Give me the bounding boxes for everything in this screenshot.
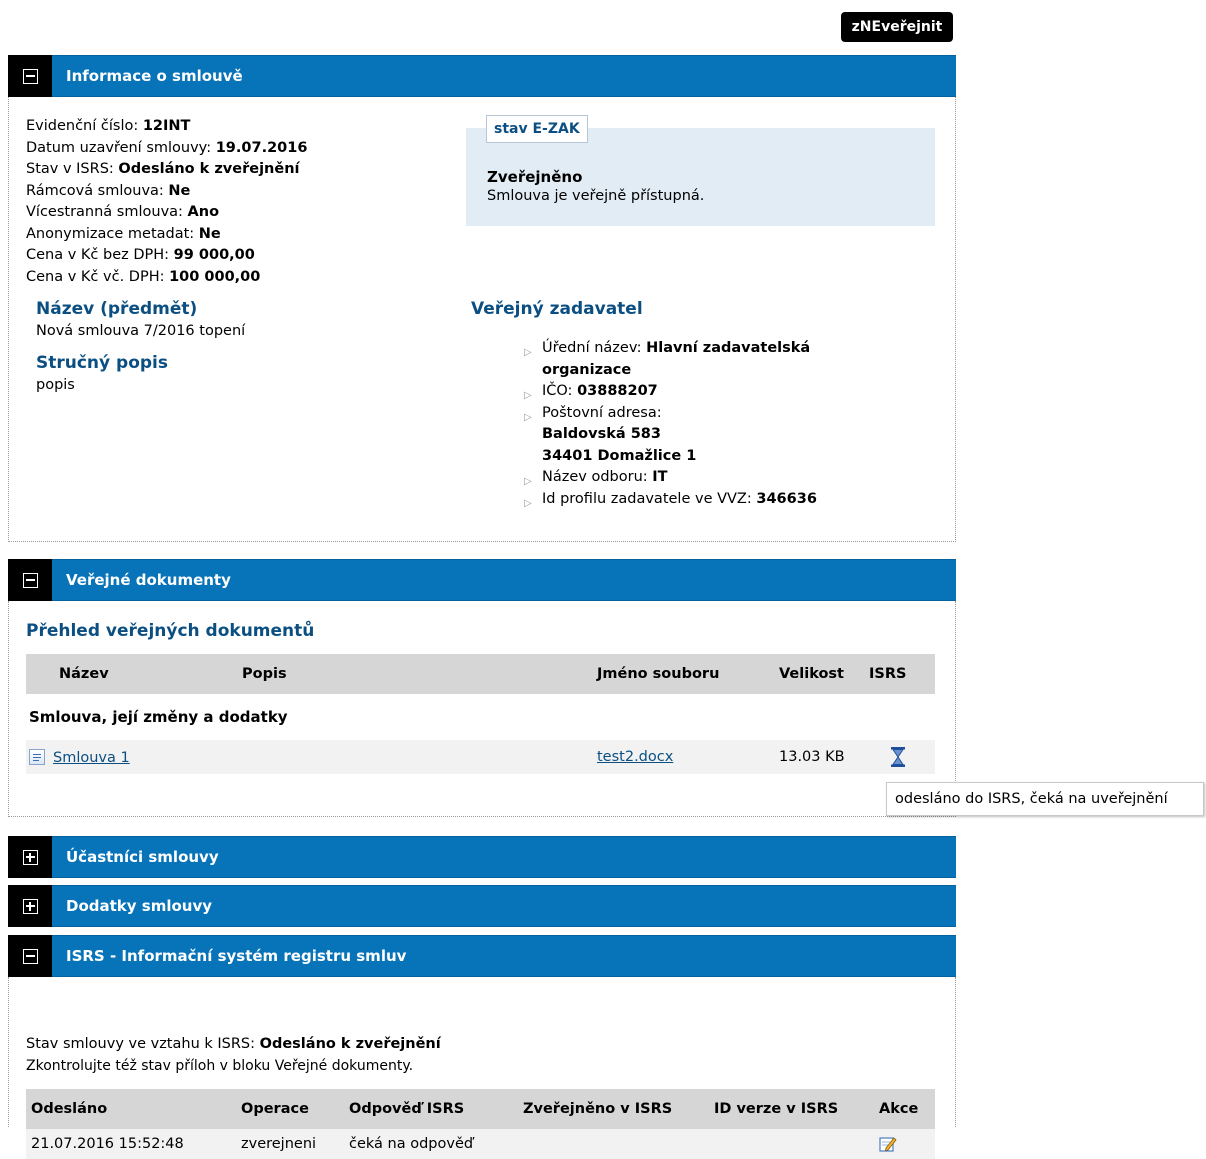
contract-info-body: Evidenční číslo: 12INT Datum uzavření sm… [8, 97, 956, 542]
contract-info-panel: Informace o smlouvě Evidenční číslo: 12I… [8, 55, 956, 542]
isrs-panel: ISRS - Informační systém registru smluv … [8, 935, 956, 1159]
contract-info-header: Informace o smlouvě [8, 55, 956, 97]
field-multilateral: Vícestranná smlouva: Ano [26, 204, 220, 220]
plus-icon [22, 898, 38, 914]
name-value: Nová smlouva 7/2016 topení [36, 323, 246, 339]
group-row: Smlouva, její změny a dodatky [26, 694, 935, 740]
panel-title: Účastníci smlouvy [66, 848, 219, 866]
panel-title: Informace o smlouvě [66, 67, 243, 85]
minus-icon [22, 572, 38, 588]
public-documents-header: Veřejné dokumenty [8, 559, 956, 601]
plus-icon [22, 849, 38, 865]
doc-file-cell: test2.docx [591, 740, 773, 774]
contract-fields: Evidenční číslo: 12INT Datum uzavření sm… [26, 116, 307, 288]
field-isrs-state: Stav v ISRS: Odesláno k zveřejnění [26, 161, 300, 177]
file-link[interactable]: test2.docx [597, 749, 673, 765]
isrs-body: Stav smlouvy ve vztahu k ISRS: Odesláno … [8, 977, 956, 1159]
header-spacer [26, 654, 56, 694]
participants-header[interactable]: Účastníci smlouvy [8, 836, 956, 878]
field-price-gross: Cena v Kč vč. DPH: 100 000,00 [26, 268, 261, 285]
documents-subtitle: Přehled veřejných dokumentů [26, 621, 315, 641]
table-header-row: Název Popis Jméno souboru Velikost ISRS [26, 654, 935, 694]
field-date: Datum uzavření smlouvy: 19.07.2016 [26, 139, 308, 156]
header-isrs: ISRS [869, 666, 907, 682]
ezak-status-box: stav E-ZAK Zveřejněno Smlouva je veřejně… [466, 115, 935, 226]
desc-value: popis [36, 377, 75, 393]
expand-toggle[interactable] [8, 885, 52, 927]
response-cell: čeká na odpověď [349, 1136, 474, 1152]
table-row: Smlouva 1 test2.docx 13.03 KB [26, 740, 935, 774]
ezak-tab[interactable]: stav E-ZAK [486, 115, 588, 143]
collapse-toggle[interactable] [8, 935, 52, 977]
header-operation: Operace [241, 1101, 309, 1117]
authority-profile: ▷ Id profilu zadavatele ve VVZ: 346636 [524, 489, 854, 511]
arrow-icon: ▷ [524, 411, 532, 423]
ezak-status: Zveřejněno [487, 168, 583, 186]
header-name: Název [59, 666, 109, 682]
word-doc-icon [29, 748, 45, 765]
table-row: 21.07.2016 15:52:48 zverejneni čeká na o… [26, 1129, 935, 1159]
panel-title: Veřejné dokumenty [66, 571, 231, 589]
version-cell [708, 1129, 873, 1159]
isrs-tooltip: odesláno do ISRS, čeká na uveřejnění [886, 782, 1204, 816]
authority-department: ▷ Název odboru: IT [524, 467, 854, 489]
panel-title: ISRS - Informační systém registru smluv [66, 947, 407, 965]
group-label: Smlouva, její změny a dodatky [29, 708, 288, 726]
panel-title: Dodatky smlouvy [66, 897, 213, 915]
participants-panel: Účastníci smlouvy [8, 836, 956, 878]
header-desc: Popis [242, 666, 287, 682]
isrs-table: Odesláno Operace Odpověď ISRS Zveřejněno… [26, 1089, 935, 1159]
expand-toggle[interactable] [8, 836, 52, 878]
field-price-net: Cena v Kč bez DPH: 99 000,00 [26, 247, 255, 263]
field-evid: Evidenční číslo: 12INT [26, 118, 191, 134]
header-size: Velikost [779, 666, 844, 682]
edit-icon[interactable] [879, 1135, 897, 1153]
documents-table: Název Popis Jméno souboru Velikost ISRS … [26, 654, 935, 774]
header-action: Akce [879, 1101, 919, 1117]
authority-list: ▷ Úřední název: Hlavní zadavatelská orga… [524, 338, 854, 510]
collapse-toggle[interactable] [8, 559, 52, 601]
doc-desc-cell [236, 740, 591, 774]
published-cell [517, 1129, 708, 1159]
header-sent: Odesláno [31, 1101, 108, 1117]
document-link[interactable]: Smlouva 1 [53, 750, 130, 766]
authority-address: ▷ Poštovní adresa: Baldovská 583 34401 D… [524, 404, 697, 464]
doc-isrs-cell [863, 740, 935, 774]
operation-cell: zverejneni [241, 1136, 317, 1152]
field-framework: Rámcová smlouva: Ne [26, 182, 191, 199]
authority-ico: ▷ IČO: 03888207 [524, 381, 854, 403]
collapse-toggle[interactable] [8, 55, 52, 97]
authority-official-name: ▷ Úřední název: Hlavní zadavatelská orga… [524, 340, 811, 378]
isrs-status: Stav smlouvy ve vztahu k ISRS: Odesláno … [26, 1036, 441, 1052]
doc-name-cell: Smlouva 1 [26, 740, 236, 774]
amendments-panel: Dodatky smlouvy [8, 885, 956, 927]
desc-heading: Stručný popis [36, 353, 168, 373]
isrs-header: ISRS - Informační systém registru smluv [8, 935, 956, 977]
minus-icon [22, 948, 38, 964]
header-version: ID verze v ISRS [714, 1101, 839, 1117]
header-response: Odpověď ISRS [349, 1101, 465, 1117]
public-documents-panel: Veřejné dokumenty Přehled veřejných doku… [8, 559, 956, 817]
ezak-desc: Smlouva je veřejně přístupná. [487, 188, 705, 204]
amendments-header[interactable]: Dodatky smlouvy [8, 885, 956, 927]
arrow-icon: ▷ [524, 497, 532, 509]
isrs-note: Zkontrolujte též stav příloh v bloku Veř… [26, 1058, 414, 1074]
public-documents-body: Přehled veřejných dokumentů Název Popis … [8, 601, 956, 817]
name-heading: Název (předmět) [36, 299, 198, 319]
arrow-icon: ▷ [524, 347, 532, 358]
table-header-row: Odesláno Operace Odpověď ISRS Zveřejněno… [26, 1089, 935, 1129]
sent-cell: 21.07.2016 15:52:48 [31, 1136, 184, 1152]
header-published: Zveřejněno v ISRS [523, 1101, 673, 1117]
unpublish-button[interactable]: zNEveřejnit [841, 12, 953, 42]
header-file: Jméno souboru [597, 666, 720, 682]
minus-icon [22, 68, 38, 84]
doc-size-cell: 13.03 KB [779, 749, 845, 765]
authority-heading: Veřejný zadavatel [471, 299, 643, 319]
hourglass-icon[interactable] [891, 747, 905, 767]
action-cell [873, 1129, 935, 1159]
field-anonymization: Anonymizace metadat: Ne [26, 225, 221, 242]
